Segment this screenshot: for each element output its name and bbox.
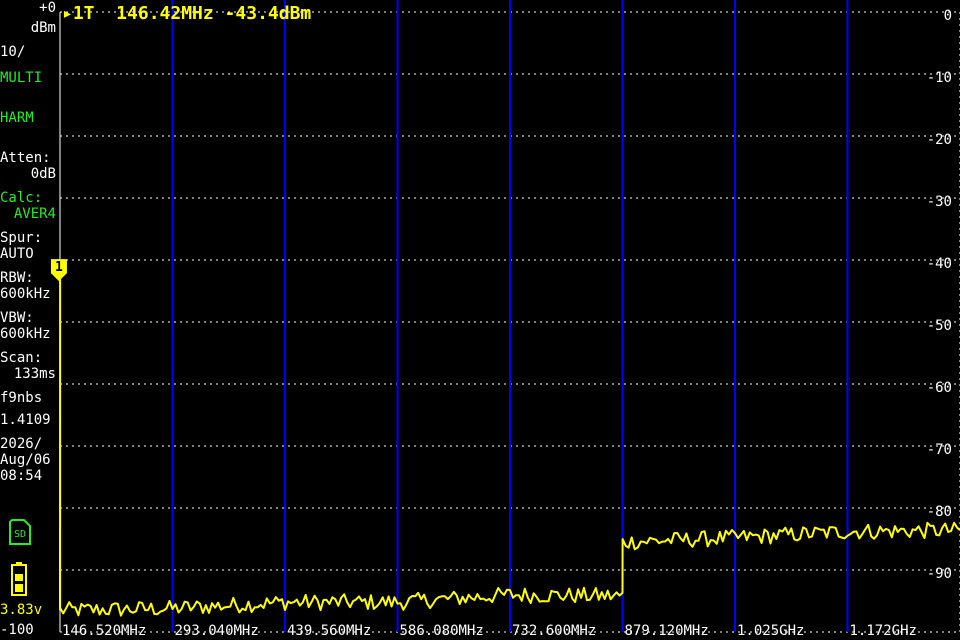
x-tick-label: 586.080MHz	[399, 623, 484, 639]
y-tick-label: -60	[926, 380, 952, 396]
y-tick-label: -90	[926, 566, 952, 582]
x-tick-label: 879.120MHz	[624, 623, 709, 639]
scale-div[interactable]: 10/	[0, 44, 60, 60]
mode-harm[interactable]: HARM	[0, 110, 60, 126]
calc-label: Calc:	[0, 190, 43, 206]
clock-time: 08:54	[0, 468, 43, 484]
fw-label: f9nbs	[0, 390, 43, 406]
calc-value[interactable]: AVER4	[0, 206, 58, 222]
svg-text:SD: SD	[14, 529, 26, 540]
y-tick-label: -10	[926, 70, 952, 86]
spur-label: Spur:	[0, 230, 43, 246]
scan-label: Scan:	[0, 350, 43, 366]
rbw-value[interactable]: 600kHz	[0, 286, 60, 302]
battery-icon	[11, 562, 27, 596]
x-tick-label: 1.025GHz	[737, 623, 805, 639]
fw-value: 1.4109	[0, 412, 51, 428]
spectrum-plot[interactable]: 1	[0, 0, 960, 640]
y-tick-label: -20	[926, 132, 952, 148]
sd-card-icon[interactable]: SD	[9, 519, 31, 545]
spur-value[interactable]: AUTO	[0, 246, 60, 262]
x-tick-label: 293.040MHz	[174, 623, 259, 639]
x-tick-label: 439.560MHz	[287, 623, 372, 639]
battery-voltage: 3.83v	[0, 602, 43, 618]
bottom-level: -100	[0, 622, 34, 638]
ref-level[interactable]: +0	[0, 0, 58, 16]
scan-value[interactable]: 133ms	[0, 366, 58, 382]
atten-value[interactable]: 0dB	[0, 166, 58, 182]
y-tick-label: -80	[926, 504, 952, 520]
date-line2: Aug/06	[0, 452, 51, 468]
y-tick-label: -40	[926, 256, 952, 272]
vbw-label: VBW:	[0, 310, 34, 326]
date-line1: 2026/	[0, 436, 43, 452]
x-tick-label: 146.520MHz	[62, 623, 147, 639]
ref-unit: dBm	[30, 20, 56, 36]
x-tick-label: 732.600MHz	[512, 623, 597, 639]
y-tick-label: -50	[926, 318, 952, 334]
atten-label: Atten:	[0, 150, 51, 166]
marker-readout[interactable]: ▸1T 146.42MHz -43.4dBm	[62, 4, 311, 24]
y-tick-label: -30	[926, 194, 952, 210]
x-tick-label: 1.172GHz	[849, 623, 917, 639]
sidebar: +0 dBm 10/ MULTI HARM Atten: 0dB Calc: A…	[0, 0, 62, 640]
mode-multi[interactable]: MULTI	[0, 70, 60, 86]
y-tick-label: 0	[943, 8, 952, 24]
vbw-value[interactable]: 600kHz	[0, 326, 60, 342]
rbw-label: RBW:	[0, 270, 34, 286]
y-tick-label: -70	[926, 442, 952, 458]
